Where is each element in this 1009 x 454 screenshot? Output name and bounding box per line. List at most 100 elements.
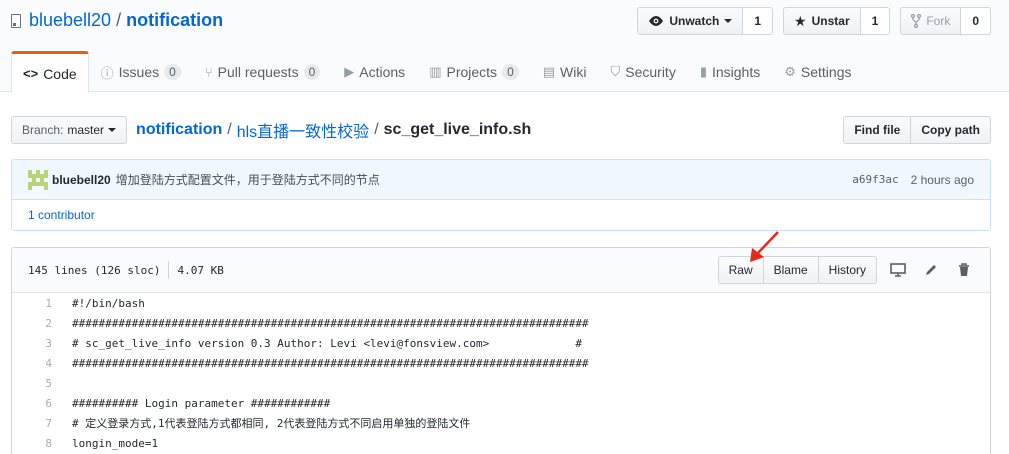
breadcrumb-folder-link[interactable]: hls直播一致性校验 [237,118,369,142]
chevron-down-icon [724,19,733,23]
breadcrumb-root-link[interactable]: notification [136,121,222,139]
code-icon: <> [23,66,39,81]
play-icon: ▶ [344,64,355,79]
contributors-link[interactable]: 1 contributor [28,208,95,222]
branch-select[interactable]: Branch: master [11,116,128,144]
edit-button[interactable] [914,256,947,284]
tab-code[interactable]: <> Code [11,51,89,93]
tab-label: Settings [800,64,852,80]
star-icon: ★ [794,12,807,29]
tab-actions[interactable]: ▶ Actions [332,51,417,92]
repo-name-link[interactable]: notification [126,10,223,31]
code-line: 8 longin_mode=1 [12,433,990,453]
avatar[interactable] [28,169,48,190]
file-lines: 145 lines (126 sloc) [28,263,161,277]
chevron-down-icon [108,128,117,132]
commit-message[interactable]: 增加登陆方式配置文件，用于登陆方式不同的节点 [116,171,380,188]
branch-label: Branch: [22,123,64,137]
file-size: 4.07 KB [177,263,224,277]
repo-title: bluebell20 / notification [11,10,223,31]
breadcrumb: notification / hls直播一致性校验 / sc_get_live_… [136,118,531,142]
tab-label: Code [43,65,77,82]
unwatch-button[interactable]: Unwatch [637,7,744,35]
line-number[interactable]: 8 [12,437,62,450]
view-buttons: Raw Blame History [717,256,877,284]
tab-label: Projects [446,64,498,80]
tab-security[interactable]: ⛉ Security [598,51,687,92]
raw-button[interactable]: Raw [717,256,764,284]
projects-counter: 0 [502,64,519,80]
find-file-button[interactable]: Find file [843,116,912,144]
delete-button[interactable] [947,256,980,284]
line-code: longin_mode=1 [72,436,159,450]
line-number[interactable]: 6 [12,397,62,410]
tab-settings[interactable]: ⚙ Settings [772,51,863,92]
line-number[interactable]: 3 [12,337,62,350]
issues-counter: 0 [164,64,181,80]
line-number[interactable]: 2 [12,317,62,330]
blame-button[interactable]: Blame [763,256,819,284]
commit-sha[interactable]: a69f3ac [852,173,898,187]
divider [168,261,170,279]
repo-actions: Unwatch 1 ★ Unstar 1 Fork 0 [637,7,991,35]
unstar-button[interactable]: ★ Unstar [783,7,861,35]
commit-time: 2 hours ago [910,172,974,187]
watch-group: Unwatch 1 [637,7,774,35]
desktop-button[interactable] [881,256,914,284]
fork-button[interactable]: Fork [900,7,962,35]
commit-author[interactable]: bluebell20 [52,173,111,187]
code-line: 6 ########## Login parameter ############ [12,393,990,413]
issue-icon: ⓘ [100,65,114,81]
file-header: 145 lines (126 sloc) 4.07 KB Raw Blame H… [12,248,990,293]
line-number[interactable]: 1 [12,297,62,310]
tab-label: Security [625,64,676,80]
commit-meta: a69f3ac 2 hours ago [852,173,974,187]
desktop-icon [889,263,906,277]
gear-icon: ⚙ [784,64,796,79]
code-line: 3 # sc_get_live_info version 0.3 Author: … [12,333,990,353]
line-number[interactable]: 5 [12,377,62,390]
pencil-icon [925,265,936,275]
branch-value: master [67,123,105,137]
breadcrumb-separator: / [227,121,232,138]
commit-tease: bluebell20 增加登陆方式配置文件，用于登陆方式不同的节点 a69f3a… [11,159,991,231]
breadcrumb-file: sc_get_live_info.sh [383,121,532,138]
tab-label: Pull requests [217,64,299,80]
file-viewer: 145 lines (126 sloc) 4.07 KB Raw Blame H… [11,247,991,454]
project-icon: ▥ [429,64,442,79]
eye-icon [649,16,664,26]
line-number[interactable]: 7 [12,417,62,430]
tab-issues[interactable]: ⓘ Issues 0 [89,51,193,92]
breadcrumb-separator: / [374,121,379,138]
trash-icon [958,263,969,276]
tab-label: Actions [359,64,406,80]
tab-insights[interactable]: ▮ Insights [688,51,772,92]
graph-icon: ▮ [699,64,707,79]
star-group: ★ Unstar 1 [783,7,891,35]
tab-pull-requests[interactable]: ⑂ Pull requests 0 [193,51,332,92]
shield-icon: ⛉ [610,64,621,79]
line-code: ########################################… [72,356,589,370]
repo-header: bluebell20 / notification Unwatch 1 ★ Un… [0,0,1009,93]
unwatch-label: Unwatch [669,14,720,28]
star-count[interactable]: 1 [860,7,891,35]
repo-icon [11,13,21,28]
tab-projects[interactable]: ▥ Projects 0 [417,51,531,92]
code-line: 5 [12,373,990,393]
history-button[interactable]: History [818,256,877,284]
tab-wiki[interactable]: ▤ Wiki [531,51,599,92]
fork-group: Fork 0 [900,7,991,35]
line-code: ########################################… [72,316,589,330]
code-line: 7 # 定义登录方式,1代表登陆方式都相同, 2代表登陆方式不同启用单独的登陆文件 [12,413,990,433]
line-code: ########## Login parameter ############ [72,396,331,410]
line-code: # 定义登录方式,1代表登陆方式都相同, 2代表登陆方式不同启用单独的登陆文件 [72,417,471,430]
unstar-label: Unstar [811,14,850,28]
line-number[interactable]: 4 [12,357,62,370]
repo-title-separator: / [116,10,122,30]
fork-count[interactable]: 0 [961,7,991,35]
copy-path-button[interactable]: Copy path [911,116,991,144]
code-line: 1 #!/bin/bash [12,293,990,313]
watch-count[interactable]: 1 [743,7,774,35]
line-code: # sc_get_live_info version 0.3 Author: L… [72,336,582,350]
repo-owner-link[interactable]: bluebell20 [29,10,111,31]
